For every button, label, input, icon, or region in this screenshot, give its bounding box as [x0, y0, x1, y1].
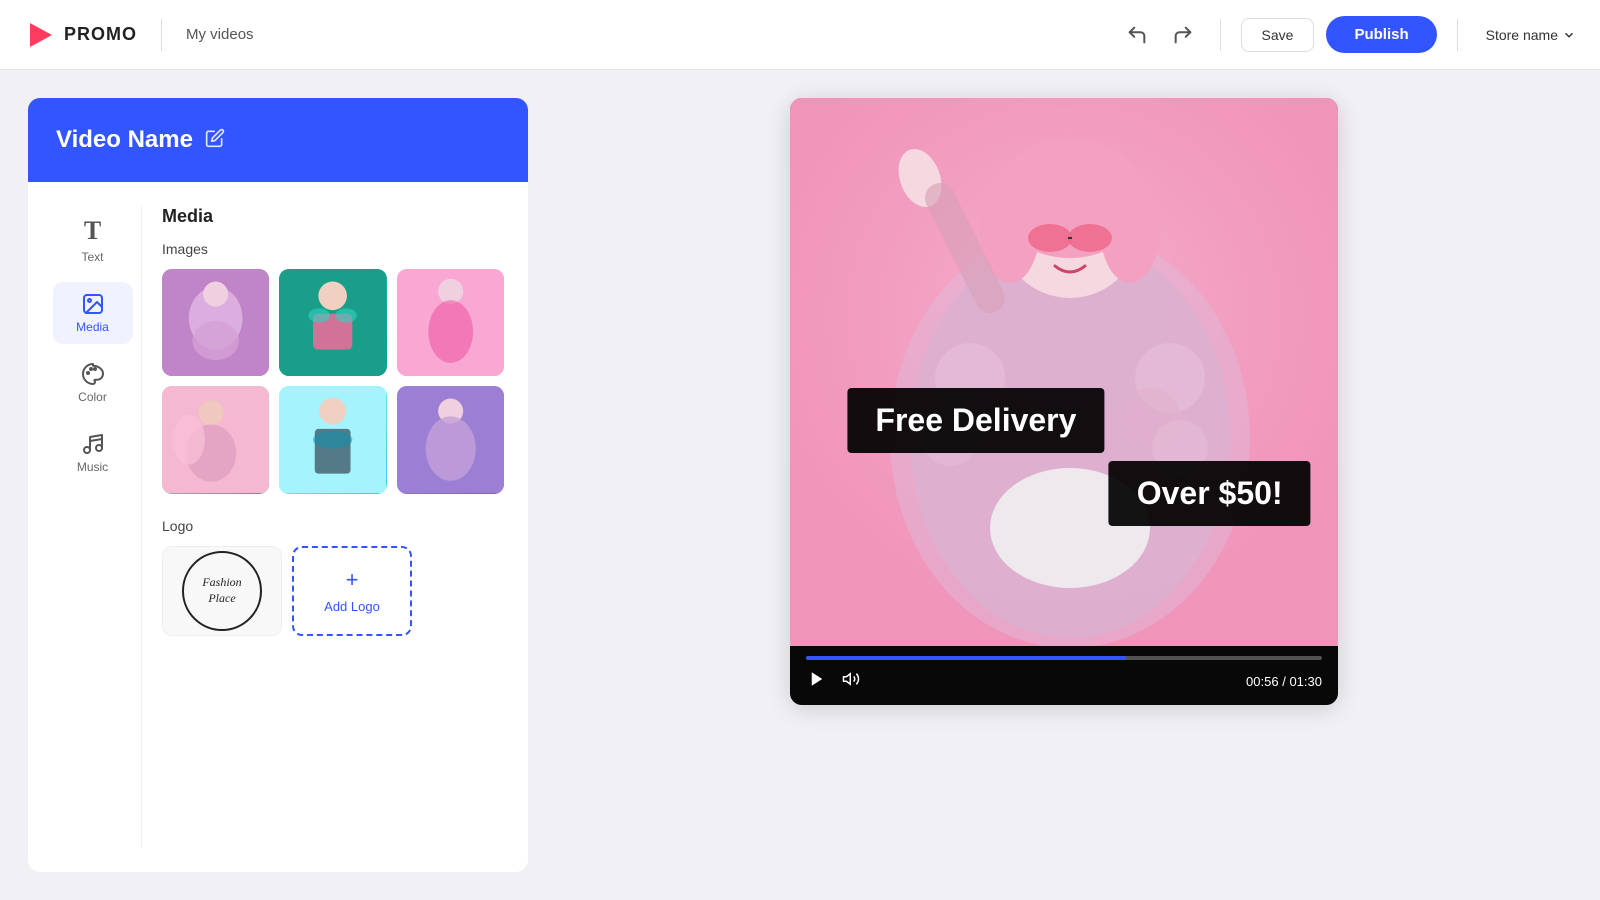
- add-logo-plus-icon: +: [346, 567, 359, 593]
- logo-area: PROMO: [24, 19, 137, 51]
- video-controls: 00:56 / 01:30: [790, 646, 1338, 705]
- image-6-svg: [397, 386, 504, 493]
- progress-bar-fill: [806, 656, 1126, 660]
- sidebar-color-label: Color: [78, 390, 107, 404]
- image-thumb-3[interactable]: [397, 269, 504, 376]
- image-2-svg: [279, 269, 386, 376]
- edit-video-name-icon[interactable]: [205, 128, 225, 153]
- video-text-overlay: Free Delivery Over $50!: [817, 388, 1310, 526]
- redo-button[interactable]: [1166, 18, 1200, 52]
- panel-body: T Text Media Color: [28, 182, 528, 872]
- text-icon: T: [84, 216, 101, 246]
- play-button[interactable]: [806, 668, 828, 695]
- image-thumb-5[interactable]: [279, 386, 386, 493]
- controls-row: 00:56 / 01:30: [806, 668, 1322, 695]
- overlay-text-line1: Free Delivery: [875, 402, 1076, 438]
- images-grid: [162, 269, 504, 494]
- my-videos-link[interactable]: My videos: [186, 26, 254, 43]
- volume-button[interactable]: [840, 668, 862, 695]
- sidebar-text-label: Text: [81, 250, 103, 264]
- save-button[interactable]: Save: [1241, 18, 1315, 52]
- sidebar-item-music[interactable]: Music: [53, 422, 133, 484]
- image-1-svg: [162, 269, 269, 376]
- image-5-svg: [279, 386, 386, 493]
- media-section-title: Media: [162, 206, 504, 227]
- main-content: Video Name T Text Media: [0, 70, 1600, 900]
- fashion-logo: Fashion Place: [182, 551, 262, 631]
- overlay-banner-line1: Free Delivery: [847, 388, 1104, 453]
- video-container: Free Delivery Over $50!: [790, 98, 1338, 705]
- publish-button[interactable]: Publish: [1326, 16, 1436, 53]
- media-content-area: Media Images: [142, 206, 504, 848]
- app-header: PROMO My videos Save Publish Store name: [0, 0, 1600, 70]
- sidebar-music-label: Music: [77, 460, 108, 474]
- play-icon: [808, 670, 826, 688]
- fashion-logo-line2: Place: [208, 591, 235, 605]
- image-thumb-6[interactable]: [397, 386, 504, 493]
- image-thumb-2[interactable]: [279, 269, 386, 376]
- images-subsection-title: Images: [162, 241, 504, 257]
- sidebar-item-color[interactable]: Color: [53, 352, 133, 414]
- chevron-down-icon: [1562, 28, 1576, 42]
- progress-bar-track[interactable]: [806, 656, 1322, 660]
- overlay-banner-line2: Over $50!: [1109, 461, 1311, 526]
- video-area: Free Delivery Over $50!: [556, 98, 1572, 872]
- header-vertical-divider-2: [1457, 19, 1458, 51]
- image-thumb-4[interactable]: [162, 386, 269, 493]
- add-logo-label: Add Logo: [324, 599, 380, 614]
- video-background: Free Delivery Over $50!: [790, 98, 1338, 646]
- color-icon: [81, 362, 105, 386]
- store-name-label: Store name: [1486, 27, 1558, 43]
- image-4-svg: [162, 386, 269, 493]
- video-preview: Free Delivery Over $50!: [790, 98, 1338, 646]
- current-time: 00:56: [1246, 674, 1279, 689]
- total-time: 01:30: [1289, 674, 1322, 689]
- logo-subsection-title: Logo: [162, 518, 504, 534]
- music-icon: [81, 432, 105, 456]
- fashion-logo-item[interactable]: Fashion Place: [162, 546, 282, 636]
- redo-icon: [1172, 24, 1194, 46]
- overlay-text-line2: Over $50!: [1137, 475, 1283, 511]
- image-thumb-1[interactable]: [162, 269, 269, 376]
- video-background-svg: [790, 98, 1338, 646]
- left-panel: Video Name T Text Media: [28, 98, 528, 872]
- sidebar-item-media[interactable]: Media: [53, 282, 133, 344]
- video-name-bar: Video Name: [28, 98, 528, 182]
- media-icon: [81, 292, 105, 316]
- add-logo-button[interactable]: + Add Logo: [292, 546, 412, 636]
- undo-icon: [1126, 24, 1148, 46]
- image-3-svg: [397, 269, 504, 376]
- sidebar: T Text Media Color: [52, 206, 142, 848]
- logo-grid: Fashion Place + Add Logo: [162, 546, 504, 636]
- header-vertical-divider: [1220, 19, 1221, 51]
- sidebar-media-label: Media: [76, 320, 109, 334]
- header-actions: Save Publish Store name: [1120, 16, 1576, 53]
- header-divider: [161, 19, 162, 51]
- promo-logo-icon: [24, 19, 56, 51]
- sidebar-item-text[interactable]: T Text: [53, 206, 133, 274]
- volume-icon: [842, 670, 860, 688]
- logo-text: PROMO: [64, 24, 137, 45]
- undo-button[interactable]: [1120, 18, 1154, 52]
- time-display: 00:56 / 01:30: [1246, 674, 1322, 689]
- fashion-logo-line1: Fashion: [202, 575, 241, 589]
- store-name-button[interactable]: Store name: [1486, 27, 1576, 43]
- video-name-text: Video Name: [56, 126, 193, 154]
